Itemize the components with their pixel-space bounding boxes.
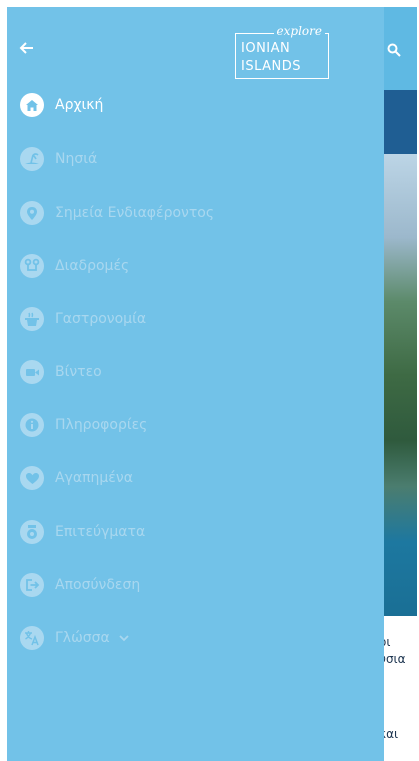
menu-item-logout[interactable]: Αποσύνδεση <box>20 570 140 600</box>
search-icon[interactable] <box>387 43 401 57</box>
island-icon <box>20 147 44 171</box>
menu-item-label: Διαδρομές <box>55 258 130 274</box>
menu-item-label: Πληροφορίες <box>55 417 148 433</box>
logo-line-islands: ISLANDS <box>241 59 302 74</box>
menu-item-favorites[interactable]: Αγαπημένα <box>20 463 133 493</box>
logout-icon <box>20 573 44 597</box>
menu-item-islands[interactable]: Νησιά <box>20 144 97 174</box>
menu-item-label: Γλώσσα <box>55 630 110 646</box>
chevron-down-icon[interactable] <box>118 632 130 644</box>
logo-line-ionian: IONIAN <box>241 41 291 56</box>
menu-item-label: Σημεία Ενδιαφέροντος <box>55 205 215 221</box>
menu-item-achievements[interactable]: Επιτεύγματα <box>20 517 145 547</box>
map-pin-icon <box>20 201 44 225</box>
menu-item-label: Βίντεο <box>55 364 102 380</box>
info-icon <box>20 413 44 437</box>
video-icon <box>20 360 44 384</box>
menu-item-label: Γαστρονομία <box>55 311 147 327</box>
food-icon <box>20 307 44 331</box>
menu-item-label: Νησιά <box>55 151 98 167</box>
menu-item-label: Αγαπημένα <box>55 470 133 486</box>
menu-item-information[interactable]: Πληροφορίες <box>20 410 147 440</box>
route-icon <box>20 254 44 278</box>
menu-item-points-of-interest[interactable]: Σημεία Ενδιαφέροντος <box>20 198 214 228</box>
menu-item-label: Αποσύνδεση <box>55 577 141 593</box>
menu-item-label: Αρχική <box>55 97 104 113</box>
navigation-drawer: explore IONIAN ISLANDS Αρχική Νησιά Σημε… <box>7 7 384 761</box>
logo-explore-text: explore <box>273 24 325 38</box>
explore-ionian-islands-logo: explore IONIAN ISLANDS <box>235 24 331 80</box>
menu-item-video[interactable]: Βίντεο <box>20 357 102 387</box>
app-frame: οι ύσια και explore IONIAN ISLANDS Αρχικ… <box>7 7 417 761</box>
menu-item-home[interactable]: Αρχική <box>20 90 103 120</box>
menu-item-gastronomy[interactable]: Γαστρονομία <box>20 304 146 334</box>
translate-icon <box>20 626 44 650</box>
home-icon <box>20 93 44 117</box>
menu-item-language[interactable]: Γλώσσα <box>20 623 130 653</box>
medal-icon <box>20 520 44 544</box>
menu-item-label: Επιτεύγματα <box>55 524 146 540</box>
menu-item-routes[interactable]: Διαδρομές <box>20 251 129 281</box>
back-arrow-icon[interactable] <box>19 40 37 56</box>
heart-icon <box>20 466 44 490</box>
